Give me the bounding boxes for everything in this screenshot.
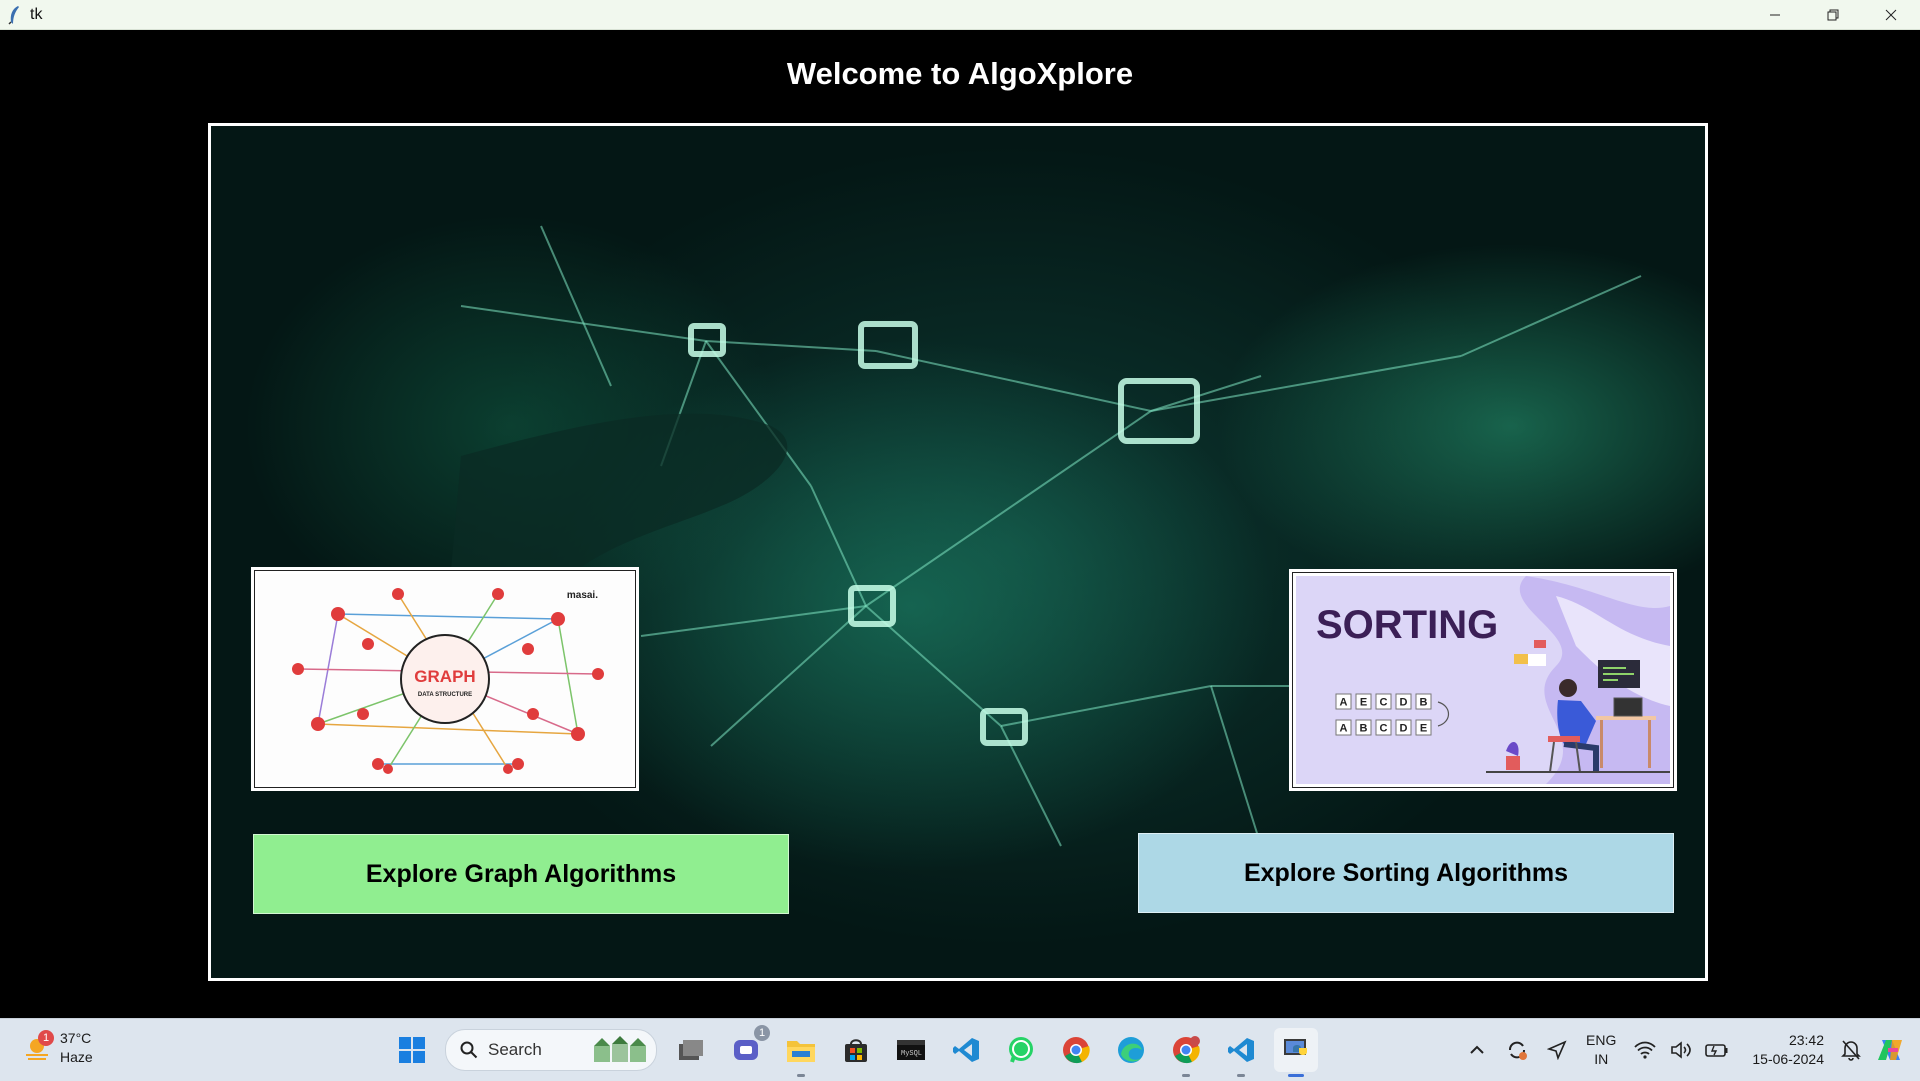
vscode-icon[interactable] <box>944 1028 988 1072</box>
sorting-image: SORTING A E C D B A B C D E <box>1289 569 1677 791</box>
unsorted-cell: B <box>1420 697 1428 709</box>
chrome-profile-icon[interactable] <box>1164 1028 1208 1077</box>
wifi-icon[interactable] <box>1630 1035 1660 1065</box>
page-title: Welcome to AlgoXplore <box>786 56 1134 91</box>
unsorted-cell: E <box>1360 697 1367 709</box>
language-line1: ENG <box>1586 1032 1617 1048</box>
unsorted-row: A E C D B <box>1335 693 1432 710</box>
copilot-icon[interactable] <box>1876 1035 1906 1065</box>
sorted-cell: B <box>1360 723 1368 735</box>
taskbar-apps: Search 1 MySQL <box>390 1025 1329 1077</box>
sorting-card-title: SORTING <box>1316 603 1498 647</box>
window-title: tk <box>30 5 43 23</box>
app-window: Welcome to AlgoXplore GRAPH DATA STRUCTU… <box>0 30 1920 1018</box>
sync-icon[interactable] <box>1502 1035 1532 1065</box>
sorted-cell: A <box>1340 723 1348 735</box>
unsorted-cell: A <box>1340 697 1348 709</box>
clock-date: 15-06-2024 <box>1752 1051 1824 1067</box>
graph-card-title: GRAPH <box>414 667 475 686</box>
file-explorer-icon[interactable] <box>779 1028 823 1077</box>
sorted-cell: E <box>1420 723 1427 735</box>
teams-chat-icon[interactable]: 1 <box>724 1025 770 1072</box>
window-title-bar: tk <box>0 0 1920 30</box>
graph-card-subtitle: DATA STRUCTURE <box>418 692 472 698</box>
microsoft-store-icon[interactable] <box>834 1028 878 1072</box>
graph-card-brand: masai. <box>567 590 598 601</box>
clock[interactable]: 23:42 15-06-2024 <box>1752 1031 1824 1069</box>
unsorted-cell: D <box>1400 697 1408 709</box>
edge-icon[interactable] <box>1109 1028 1153 1072</box>
search-icon <box>460 1041 478 1059</box>
search-highlight-icon <box>594 1036 646 1062</box>
explore-sorting-button[interactable]: Explore Sorting Algorithms <box>1138 833 1674 913</box>
language-line2: IN <box>1594 1051 1609 1067</box>
tk-feather-icon <box>8 5 22 25</box>
whatsapp-icon[interactable] <box>999 1028 1043 1072</box>
running-indicator <box>1237 1074 1245 1077</box>
sorted-cell: C <box>1380 723 1388 735</box>
clock-time: 23:42 <box>1788 1032 1824 1048</box>
restore-button[interactable] <box>1804 0 1862 29</box>
taskbar-search[interactable]: Search <box>445 1029 657 1071</box>
close-button[interactable] <box>1862 0 1920 29</box>
volume-icon[interactable] <box>1666 1035 1696 1065</box>
explore-graph-button[interactable]: Explore Graph Algorithms <box>253 834 789 914</box>
sorted-cell: D <box>1400 723 1408 735</box>
weather-widget[interactable]: 1 37°C Haze <box>22 1029 93 1067</box>
weather-badge: 1 <box>38 1030 54 1046</box>
haze-weather-icon: 1 <box>22 1030 54 1063</box>
graph-illustration: GRAPH DATA STRUCTURE masai. <box>292 588 604 774</box>
window-controls <box>1746 0 1920 29</box>
sorting-illustration: SORTING A E C D B A B C D E <box>1316 576 1670 784</box>
notification-bell-icon[interactable] <box>1836 1035 1866 1065</box>
start-icon[interactable] <box>390 1028 434 1072</box>
vscode-icon-2[interactable] <box>1219 1028 1263 1077</box>
search-label: Search <box>488 1040 542 1059</box>
chat-badge: 1 <box>754 1025 770 1041</box>
weather-condition: Haze <box>60 1049 93 1065</box>
chevron-up-icon[interactable] <box>1462 1035 1492 1065</box>
terminal-icon[interactable]: MySQL <box>889 1028 933 1072</box>
graph-image: GRAPH DATA STRUCTURE masai. <box>251 567 639 791</box>
system-tray: ENG IN 23:42 15-06-2024 <box>1462 1019 1920 1081</box>
active-window-indicator <box>1288 1074 1304 1077</box>
language-indicator[interactable]: ENG IN <box>1586 1031 1616 1069</box>
minimize-button[interactable] <box>1746 0 1804 29</box>
svg-text:MySQL: MySQL <box>901 1050 922 1058</box>
location-icon[interactable] <box>1542 1035 1572 1065</box>
running-indicator <box>797 1074 805 1077</box>
unsorted-cell: C <box>1380 697 1388 709</box>
sorted-row: A B C D E <box>1335 719 1432 736</box>
python-icon[interactable] <box>1274 1028 1318 1077</box>
weather-temperature: 37°C <box>60 1030 92 1046</box>
background-canvas: GRAPH DATA STRUCTURE masai. SORTING A E … <box>208 123 1708 981</box>
battery-icon[interactable] <box>1702 1035 1732 1065</box>
running-indicator <box>1182 1074 1190 1077</box>
task-view-icon[interactable] <box>669 1028 713 1072</box>
chrome-icon[interactable] <box>1054 1028 1098 1072</box>
taskbar: 1 37°C Haze Search 1 MySQL ENG IN 23:42 … <box>0 1018 1920 1081</box>
